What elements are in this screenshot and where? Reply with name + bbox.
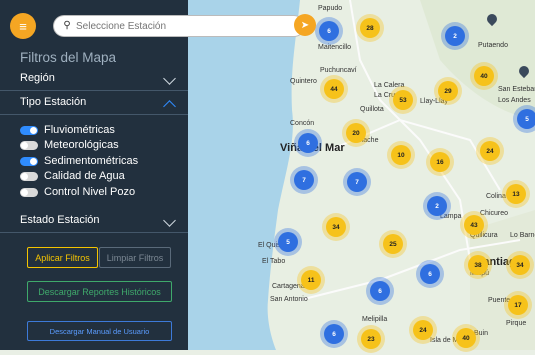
- station-cluster[interactable]: 20: [346, 123, 366, 143]
- map-place-label: Chicureo: [480, 210, 509, 217]
- station-cluster[interactable]: 6: [324, 324, 344, 344]
- section-tipo-estacion[interactable]: Tipo Estación: [0, 92, 188, 115]
- station-cluster[interactable]: 16: [430, 152, 450, 172]
- station-cluster[interactable]: 11: [301, 270, 321, 290]
- station-cluster[interactable]: 6: [370, 281, 390, 301]
- station-cluster[interactable]: 40: [456, 328, 476, 348]
- chevron-up-icon: [163, 100, 176, 113]
- section-region[interactable]: Región: [0, 68, 188, 91]
- section-estado-label: Estado Estación: [20, 214, 100, 226]
- toggle-label: Control Nivel Pozo: [44, 186, 136, 198]
- section-estado-estacion[interactable]: Estado Estación: [0, 210, 188, 233]
- map-place-label: Lo Barnechea: [510, 232, 535, 239]
- apply-filters-button[interactable]: Aplicar Filtros: [27, 247, 98, 268]
- map-place-label: San Antonio: [270, 296, 308, 303]
- toggle-calidad-agua[interactable]: Calidad de Agua: [20, 170, 125, 182]
- chevron-down-icon: [163, 72, 176, 85]
- toggle-label: Sedimentométricas: [44, 155, 139, 167]
- station-cluster[interactable]: 53: [393, 90, 413, 110]
- station-cluster[interactable]: 34: [326, 217, 346, 237]
- toggle-switch-icon[interactable]: [20, 125, 38, 135]
- chevron-down-icon: [163, 214, 176, 227]
- map-place-label: Lampa: [440, 213, 462, 220]
- station-cluster[interactable]: 5: [278, 232, 298, 252]
- station-cluster[interactable]: 43: [464, 215, 484, 235]
- station-cluster[interactable]: 10: [391, 145, 411, 165]
- station-cluster[interactable]: 40: [474, 66, 494, 86]
- station-cluster[interactable]: 34: [510, 255, 530, 275]
- map-place-label: Putaendo: [478, 42, 508, 49]
- toggle-switch-icon[interactable]: [20, 156, 38, 166]
- map-place-label: Cartagena: [272, 283, 305, 290]
- clear-filters-button[interactable]: Limpiar Filtros: [99, 247, 171, 268]
- station-cluster[interactable]: 2: [427, 196, 447, 216]
- menu-button[interactable]: ≡: [10, 13, 36, 39]
- station-cluster[interactable]: 2: [445, 26, 465, 46]
- map-place-label: Concón: [290, 120, 315, 127]
- section-region-label: Región: [20, 72, 55, 84]
- map-place-label: El Tabo: [262, 258, 286, 265]
- toggle-fluviometricas[interactable]: Fluviométricas: [20, 124, 115, 136]
- map-place-label: Maitencillo: [318, 44, 352, 51]
- top-search-bar: ≡ ⚲ ➤: [10, 13, 325, 41]
- station-cluster[interactable]: 24: [480, 141, 500, 161]
- download-reports-button[interactable]: Descargar Reportes Históricos: [27, 281, 172, 302]
- toggle-label: Fluviométricas: [44, 124, 115, 136]
- station-cluster[interactable]: 29: [438, 81, 458, 101]
- station-cluster[interactable]: 25: [383, 234, 403, 254]
- toggle-switch-icon[interactable]: [20, 140, 38, 150]
- locate-icon: ➤: [300, 19, 310, 31]
- toggle-sedimentometricas[interactable]: Sedimentométricas: [20, 155, 138, 167]
- toggle-switch-icon[interactable]: [20, 187, 38, 197]
- search-input[interactable]: [74, 19, 278, 33]
- toggle-label: Calidad de Agua: [44, 170, 125, 182]
- station-cluster[interactable]: 44: [324, 79, 344, 99]
- map-place-label: Melipilla: [362, 316, 388, 323]
- station-cluster[interactable]: 17: [508, 295, 528, 315]
- station-cluster[interactable]: 24: [413, 320, 433, 340]
- station-cluster[interactable]: 5: [517, 109, 535, 129]
- map-place-label: Quintero: [290, 78, 317, 85]
- search-icon: ⚲: [63, 20, 71, 31]
- section-tipo-label: Tipo Estación: [20, 96, 87, 108]
- station-cluster[interactable]: 7: [294, 170, 314, 190]
- toggle-meteorologicas[interactable]: Meteorológicas: [20, 139, 119, 151]
- toggle-control-nivel-pozo[interactable]: Control Nivel Pozo: [20, 186, 135, 198]
- map-place-label: Puchuncaví: [320, 67, 357, 74]
- map-place-label: La Calera: [374, 82, 405, 89]
- station-cluster[interactable]: 28: [360, 18, 380, 38]
- station-cluster[interactable]: 38: [468, 255, 488, 275]
- map-place-label: Los Andes: [498, 97, 531, 104]
- station-cluster[interactable]: 23: [361, 329, 381, 349]
- station-cluster[interactable]: 7: [347, 172, 367, 192]
- download-manual-button[interactable]: Descargar Manual de Usuario: [27, 321, 172, 341]
- menu-icon: ≡: [19, 18, 27, 34]
- sidebar-title: Filtros del Mapa: [20, 50, 117, 65]
- filter-sidebar: Filtros del Mapa Región Tipo Estación Fl…: [0, 0, 188, 350]
- toggle-switch-icon[interactable]: [20, 171, 38, 181]
- station-cluster[interactable]: 13: [506, 184, 526, 204]
- locate-button[interactable]: ➤: [294, 14, 316, 36]
- map-place-label: Quillota: [360, 106, 384, 113]
- toggle-label: Meteorológicas: [44, 139, 119, 151]
- station-cluster[interactable]: 6: [298, 133, 318, 153]
- map-place-label: Buin: [474, 330, 489, 337]
- station-cluster[interactable]: 6: [420, 264, 440, 284]
- map-place-label: San Esteban: [498, 86, 535, 93]
- map-place-label: Colina: [486, 193, 506, 200]
- station-search[interactable]: ⚲: [54, 16, 304, 36]
- map-place-label: Papudo: [318, 5, 343, 12]
- map-place-label: Pirque: [506, 320, 527, 327]
